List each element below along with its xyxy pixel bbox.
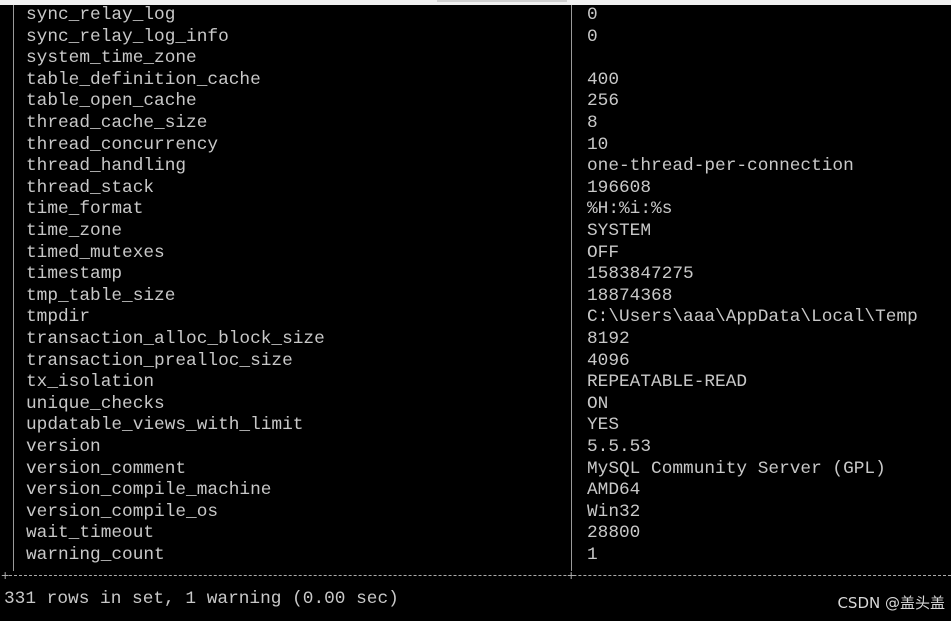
variable-name: table_definition_cache xyxy=(26,69,261,90)
table-row: version 5.5.53 xyxy=(0,437,951,459)
variable-name: sync_relay_log_info xyxy=(26,26,229,47)
top-edge-gap xyxy=(437,0,567,2)
variable-name: wait_timeout xyxy=(26,523,155,544)
table-row: version_comment MySQL Community Server (G… xyxy=(0,459,951,481)
variable-name: timed_mutexes xyxy=(26,242,165,263)
variable-name: time_format xyxy=(26,199,144,220)
variable-value: 0 xyxy=(587,5,598,25)
table-row: transaction_prealloc_size 4096 xyxy=(0,351,951,373)
table-bottom-border xyxy=(4,575,951,576)
variable-value: 18874368 xyxy=(587,285,673,306)
variable-value: 400 xyxy=(587,69,620,90)
variable-name: table_open_cache xyxy=(26,91,197,112)
variable-value: REPEATABLE-READ xyxy=(587,372,748,393)
variable-value: C:\Users\aaa\AppData\Local\Temp xyxy=(587,307,918,328)
table-row: system_time_zone xyxy=(0,48,951,70)
table-row: tmpdir C:\Users\aaa\AppData\Local\Temp xyxy=(0,307,951,329)
variable-value: 1583847275 xyxy=(587,264,694,285)
variable-name: version_compile_os xyxy=(26,501,219,522)
watermark: CSDN @盖头盖 xyxy=(837,594,945,612)
variable-value: 8192 xyxy=(587,329,630,349)
variable-name: time_zone xyxy=(26,221,123,241)
table-row: thread_cache_size 8 xyxy=(0,113,951,135)
table-row: table_open_cache 256 xyxy=(0,91,951,113)
table-row: transaction_alloc_block_size 8192 xyxy=(0,329,951,351)
table-row: unique_checks ON xyxy=(0,394,951,416)
variable-value: SYSTEM xyxy=(587,221,652,241)
variable-value: 256 xyxy=(587,91,620,112)
table-row: timestamp 1583847275 xyxy=(0,264,951,286)
variable-name: thread_stack xyxy=(26,177,155,198)
table-row: version_compile_os Win32 xyxy=(0,502,951,524)
variable-name: tx_isolation xyxy=(26,372,155,393)
variable-name: unique_checks xyxy=(26,393,165,414)
table-row: tmp_table_size 18874368 xyxy=(0,286,951,308)
variable-name: version_comment xyxy=(26,458,187,479)
variable-value: %H:%i:%s xyxy=(587,199,673,220)
table-row: time_format %H:%i:%s xyxy=(0,199,951,221)
variable-name: tmpdir xyxy=(26,307,91,328)
variable-value: YES xyxy=(587,415,620,436)
table-row: tx_isolation REPEATABLE-READ xyxy=(0,372,951,394)
table-row: thread_concurrency 10 xyxy=(0,135,951,157)
variable-name: thread_concurrency xyxy=(26,134,219,155)
variable-name: version xyxy=(26,437,101,457)
table-row: thread_stack 196608 xyxy=(0,178,951,200)
variable-name: warning_count xyxy=(26,545,165,565)
variable-value: 4096 xyxy=(587,350,630,371)
border-corner: + xyxy=(567,569,576,585)
variable-name: version_compile_machine xyxy=(26,480,272,501)
variable-name: sync_relay_log xyxy=(26,5,176,25)
variable-value: AMD64 xyxy=(587,480,641,501)
variable-name: thread_handling xyxy=(26,156,187,177)
variable-value: 1 xyxy=(587,545,598,565)
variable-value: MySQL Community Server (GPL) xyxy=(587,458,886,479)
variable-value: 196608 xyxy=(587,177,652,198)
table-row: wait_timeout 28800 xyxy=(0,523,951,545)
variable-value: 10 xyxy=(587,134,609,155)
table-row: thread_handling one-thread-per-connection xyxy=(0,156,951,178)
variable-name: tmp_table_size xyxy=(26,285,176,306)
variable-name: updatable_views_with_limit xyxy=(26,415,304,436)
variable-value: one-thread-per-connection xyxy=(587,156,854,177)
variable-value: 5.5.53 xyxy=(587,437,652,457)
variable-name: transaction_alloc_block_size xyxy=(26,329,325,349)
variable-name: transaction_prealloc_size xyxy=(26,350,293,371)
variable-value: ON xyxy=(587,393,609,414)
table-row: time_zone SYSTEM xyxy=(0,221,951,243)
variable-value: Win32 xyxy=(587,501,641,522)
variable-value: 0 xyxy=(587,26,598,47)
table-row: table_definition_cache 400 xyxy=(0,70,951,92)
variable-name: timestamp xyxy=(26,264,123,285)
variable-name: system_time_zone xyxy=(26,48,197,69)
variable-name: thread_cache_size xyxy=(26,113,208,133)
table-row: timed_mutexes OFF xyxy=(0,243,951,265)
border-corner: + xyxy=(1,569,10,585)
table-row: version_compile_machine AMD64 xyxy=(0,480,951,502)
table-row: warning_count 1 xyxy=(0,545,951,567)
variable-value: 28800 xyxy=(587,523,641,544)
table-row: sync_relay_log_info 0 xyxy=(0,27,951,49)
table-row: sync_relay_log 0 xyxy=(0,5,951,27)
table-row: updatable_views_with_limit YES xyxy=(0,415,951,437)
result-summary: 331 rows in set, 1 warning (0.00 sec) xyxy=(4,589,399,609)
variable-value: OFF xyxy=(587,242,620,263)
variable-value: 8 xyxy=(587,113,598,133)
